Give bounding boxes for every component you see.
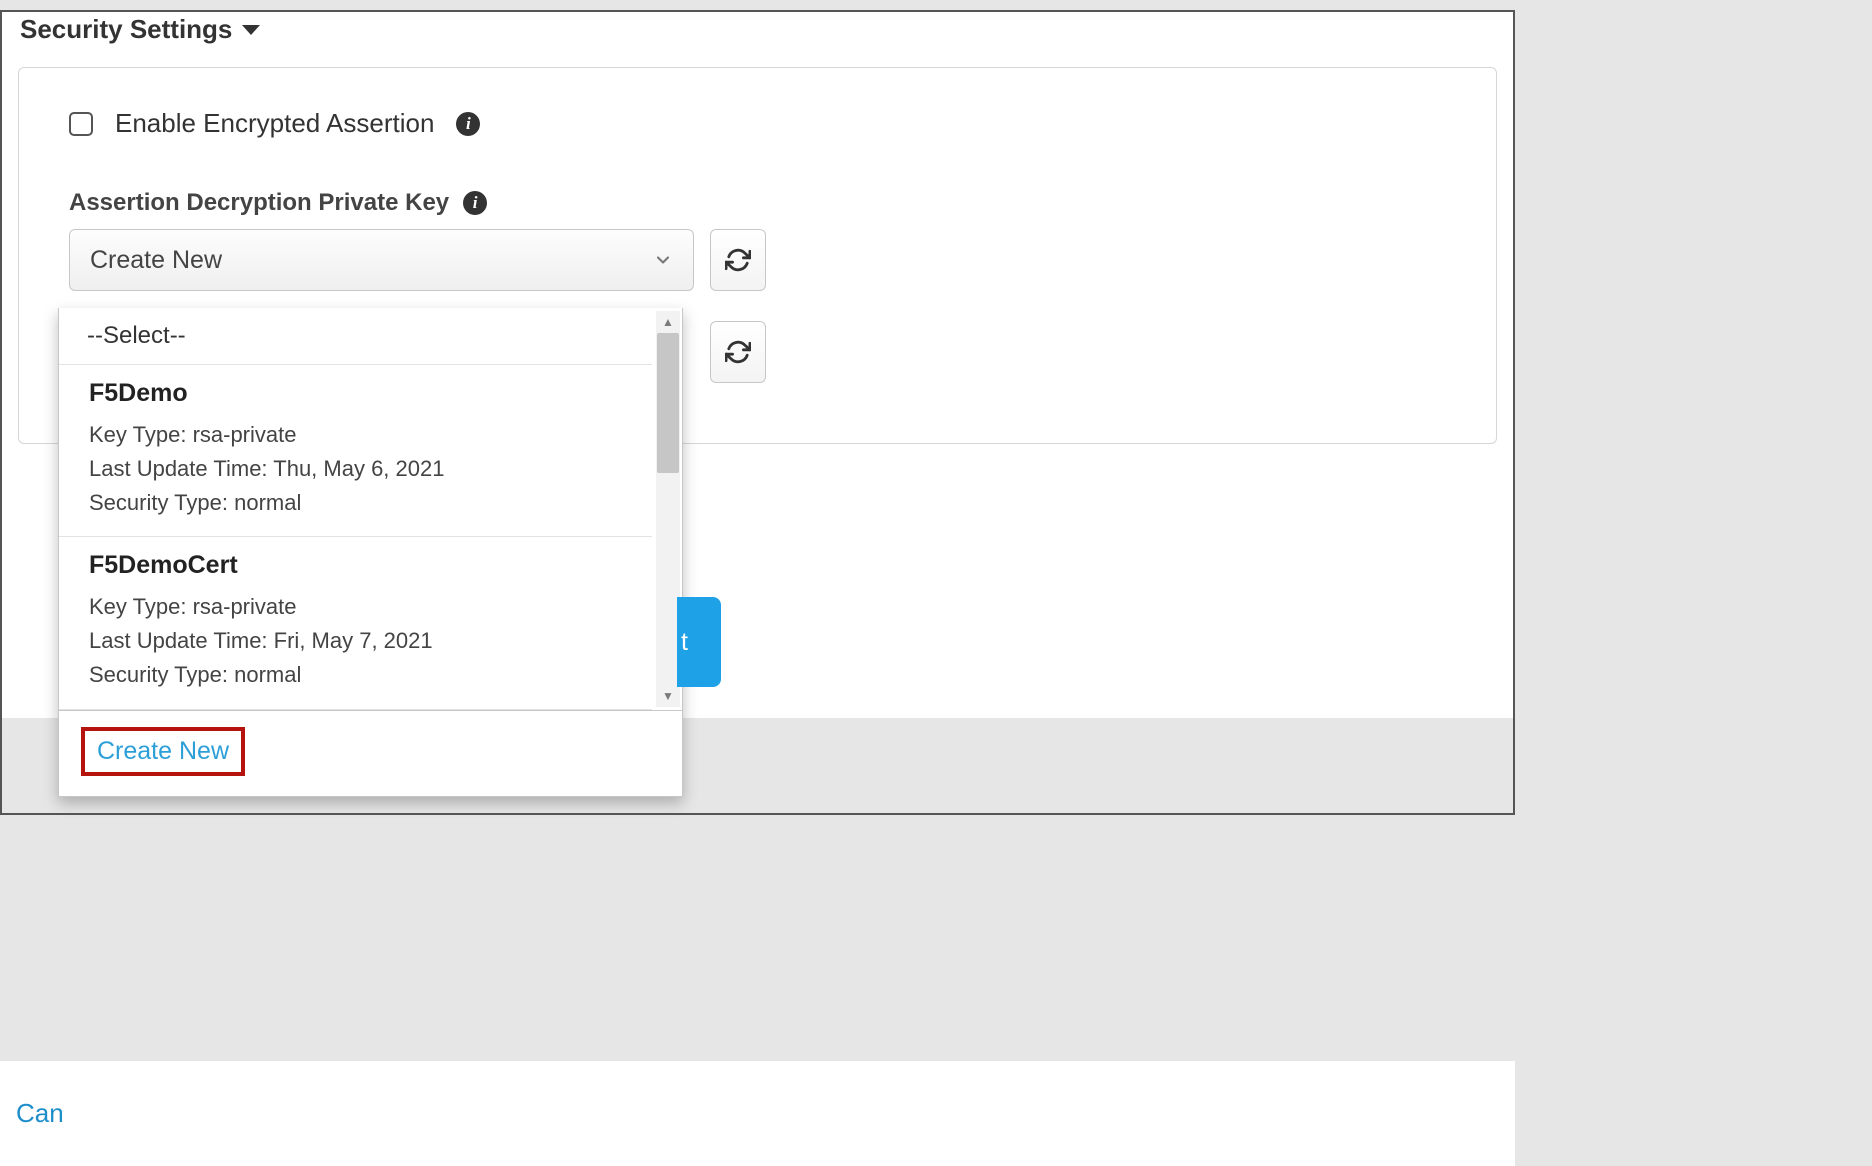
select-value: Create New xyxy=(90,246,222,275)
refresh-icon xyxy=(725,247,751,273)
section-title: Security Settings xyxy=(20,14,232,45)
footer: Can xyxy=(0,1061,1515,1166)
info-icon[interactable]: i xyxy=(456,112,480,136)
dropdown-placeholder-option[interactable]: --Select-- xyxy=(59,308,652,364)
scrollbar-up-icon[interactable]: ▲ xyxy=(662,311,674,333)
option-title: F5Demo xyxy=(89,379,622,408)
assertion-key-field-label: Assertion Decryption Private Key xyxy=(69,189,449,217)
chevron-down-icon xyxy=(653,250,673,270)
dropdown-option-f5demo[interactable]: F5Demo Key Type: rsa-private Last Update… xyxy=(59,364,652,536)
refresh-button[interactable] xyxy=(710,229,766,291)
refresh-icon xyxy=(725,339,751,365)
create-new-button[interactable]: Create New xyxy=(81,727,245,776)
dropdown-option-f5democert[interactable]: F5DemoCert Key Type: rsa-private Last Up… xyxy=(59,536,652,708)
caret-down-icon xyxy=(242,25,260,35)
assertion-key-select[interactable]: Create New xyxy=(69,229,694,291)
scrollbar-thumb[interactable] xyxy=(657,333,679,473)
info-icon[interactable]: i xyxy=(463,191,487,215)
cancel-button[interactable]: Can xyxy=(16,1098,64,1129)
enable-encrypted-assertion-label: Enable Encrypted Assertion xyxy=(115,108,434,139)
scrollbar-down-icon[interactable]: ▼ xyxy=(662,685,674,707)
enable-encrypted-assertion-checkbox[interactable] xyxy=(69,112,93,136)
option-title: F5DemoCert xyxy=(89,551,622,580)
next-button[interactable]: t xyxy=(677,597,721,687)
section-header[interactable]: Security Settings xyxy=(10,10,1505,59)
refresh-button[interactable] xyxy=(710,321,766,383)
assertion-key-dropdown: --Select-- F5Demo Key Type: rsa-private … xyxy=(58,308,683,797)
